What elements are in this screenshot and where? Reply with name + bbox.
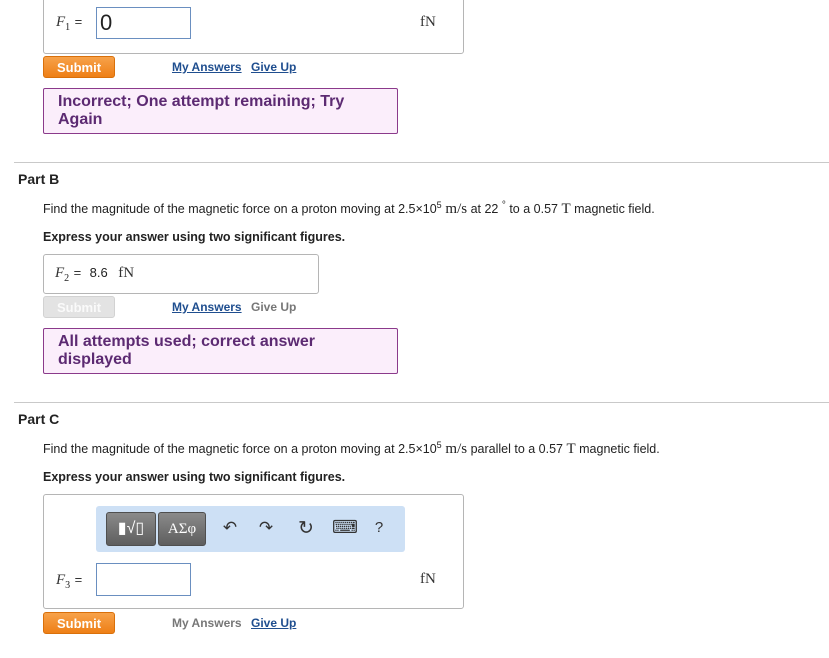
part-b-feedback-text: All attempts used; correct answer displa… [58,333,315,368]
variable-letter: F [55,265,65,281]
math-toolbar: ▮√▯ ΑΣφ ↶ ↷ ↻ ⌨ ? [96,506,405,552]
part-b-unit: fN [118,265,135,281]
question-text-mid2: to a 0.57 [505,202,562,217]
undo-icon[interactable]: ↶ [220,518,240,538]
templates-icon: ▮√▯ [117,520,145,537]
part-a-my-answers-link[interactable]: My Answers [172,60,242,74]
part-b-answer-line: F2 = 8.6 fN [55,264,134,284]
part-a-give-up-link[interactable]: Give Up [251,60,296,74]
speed-unit: m/s [441,201,468,218]
field-unit: T [561,201,571,218]
variable-letter: F [56,14,66,30]
help-button[interactable]: ? [372,519,386,536]
part-a-unit: fN [420,14,436,30]
part-b-give-up-link: Give Up [251,300,297,314]
question-text-tail: magnetic field. [570,202,655,217]
part-a-feedback: Incorrect; One attempt remaining; Try Ag… [43,88,398,134]
question-text-mid: at 22 [467,202,502,217]
part-c-variable: F3 = [56,571,82,591]
templates-button[interactable]: ▮√▯ [106,512,156,546]
part-b-title: Part B [18,171,60,187]
question-text-lead: Find the magnitude of the magnetic force… [43,442,437,457]
question-text-tail: magnetic field. [575,442,660,457]
part-c-answer-input[interactable] [96,563,191,596]
part-c-question: Find the magnitude of the magnetic force… [43,440,660,458]
keyboard-icon[interactable]: ⌨ [332,517,358,538]
part-b-feedback: All attempts used; correct answer displa… [43,328,398,374]
part-b-answer-value: 8.6 [89,265,108,280]
equals-sign: = [73,265,82,280]
part-b-my-answers-link[interactable]: My Answers [172,300,242,314]
symbols-icon: ΑΣφ [167,521,197,537]
part-c-unit: fN [420,571,436,587]
question-text-lead: Find the magnitude of the magnetic force… [43,202,437,217]
variable-subscript: 1 [65,22,71,34]
part-a-submit-button[interactable]: Submit [43,56,115,78]
divider-a-b [14,162,829,163]
symbols-button[interactable]: ΑΣφ [158,512,206,546]
part-a-feedback-text: Incorrect; One attempt remaining; Try Ag… [58,93,345,128]
variable-subscript: 2 [64,273,70,285]
part-a-answer-input[interactable]: 0 [96,7,191,39]
part-b-submit-button: Submit [43,296,115,318]
part-b-question: Find the magnitude of the magnetic force… [43,200,655,218]
part-c-title: Part C [18,411,60,427]
equals-sign: = [74,572,83,587]
field-unit: T [566,441,576,458]
part-c-my-answers-link: My Answers [172,616,242,630]
equals-sign: = [74,14,83,29]
part-a-variable: F1 = [56,13,82,33]
reset-icon[interactable]: ↻ [295,517,317,540]
variable-subscript: 3 [65,580,71,592]
divider-b-c [14,402,829,403]
part-c-submit-button[interactable]: Submit [43,612,115,634]
question-text-mid: parallel to a 0.57 [467,442,567,457]
part-c-instruction: Express your answer using two significan… [43,470,346,484]
redo-icon[interactable]: ↷ [256,518,276,538]
part-a-input-value: 0 [100,10,113,35]
part-b-instruction: Express your answer using two significan… [43,230,346,244]
part-c-give-up-link[interactable]: Give Up [251,616,296,630]
speed-unit: m/s [441,441,468,458]
variable-letter: F [56,572,66,588]
